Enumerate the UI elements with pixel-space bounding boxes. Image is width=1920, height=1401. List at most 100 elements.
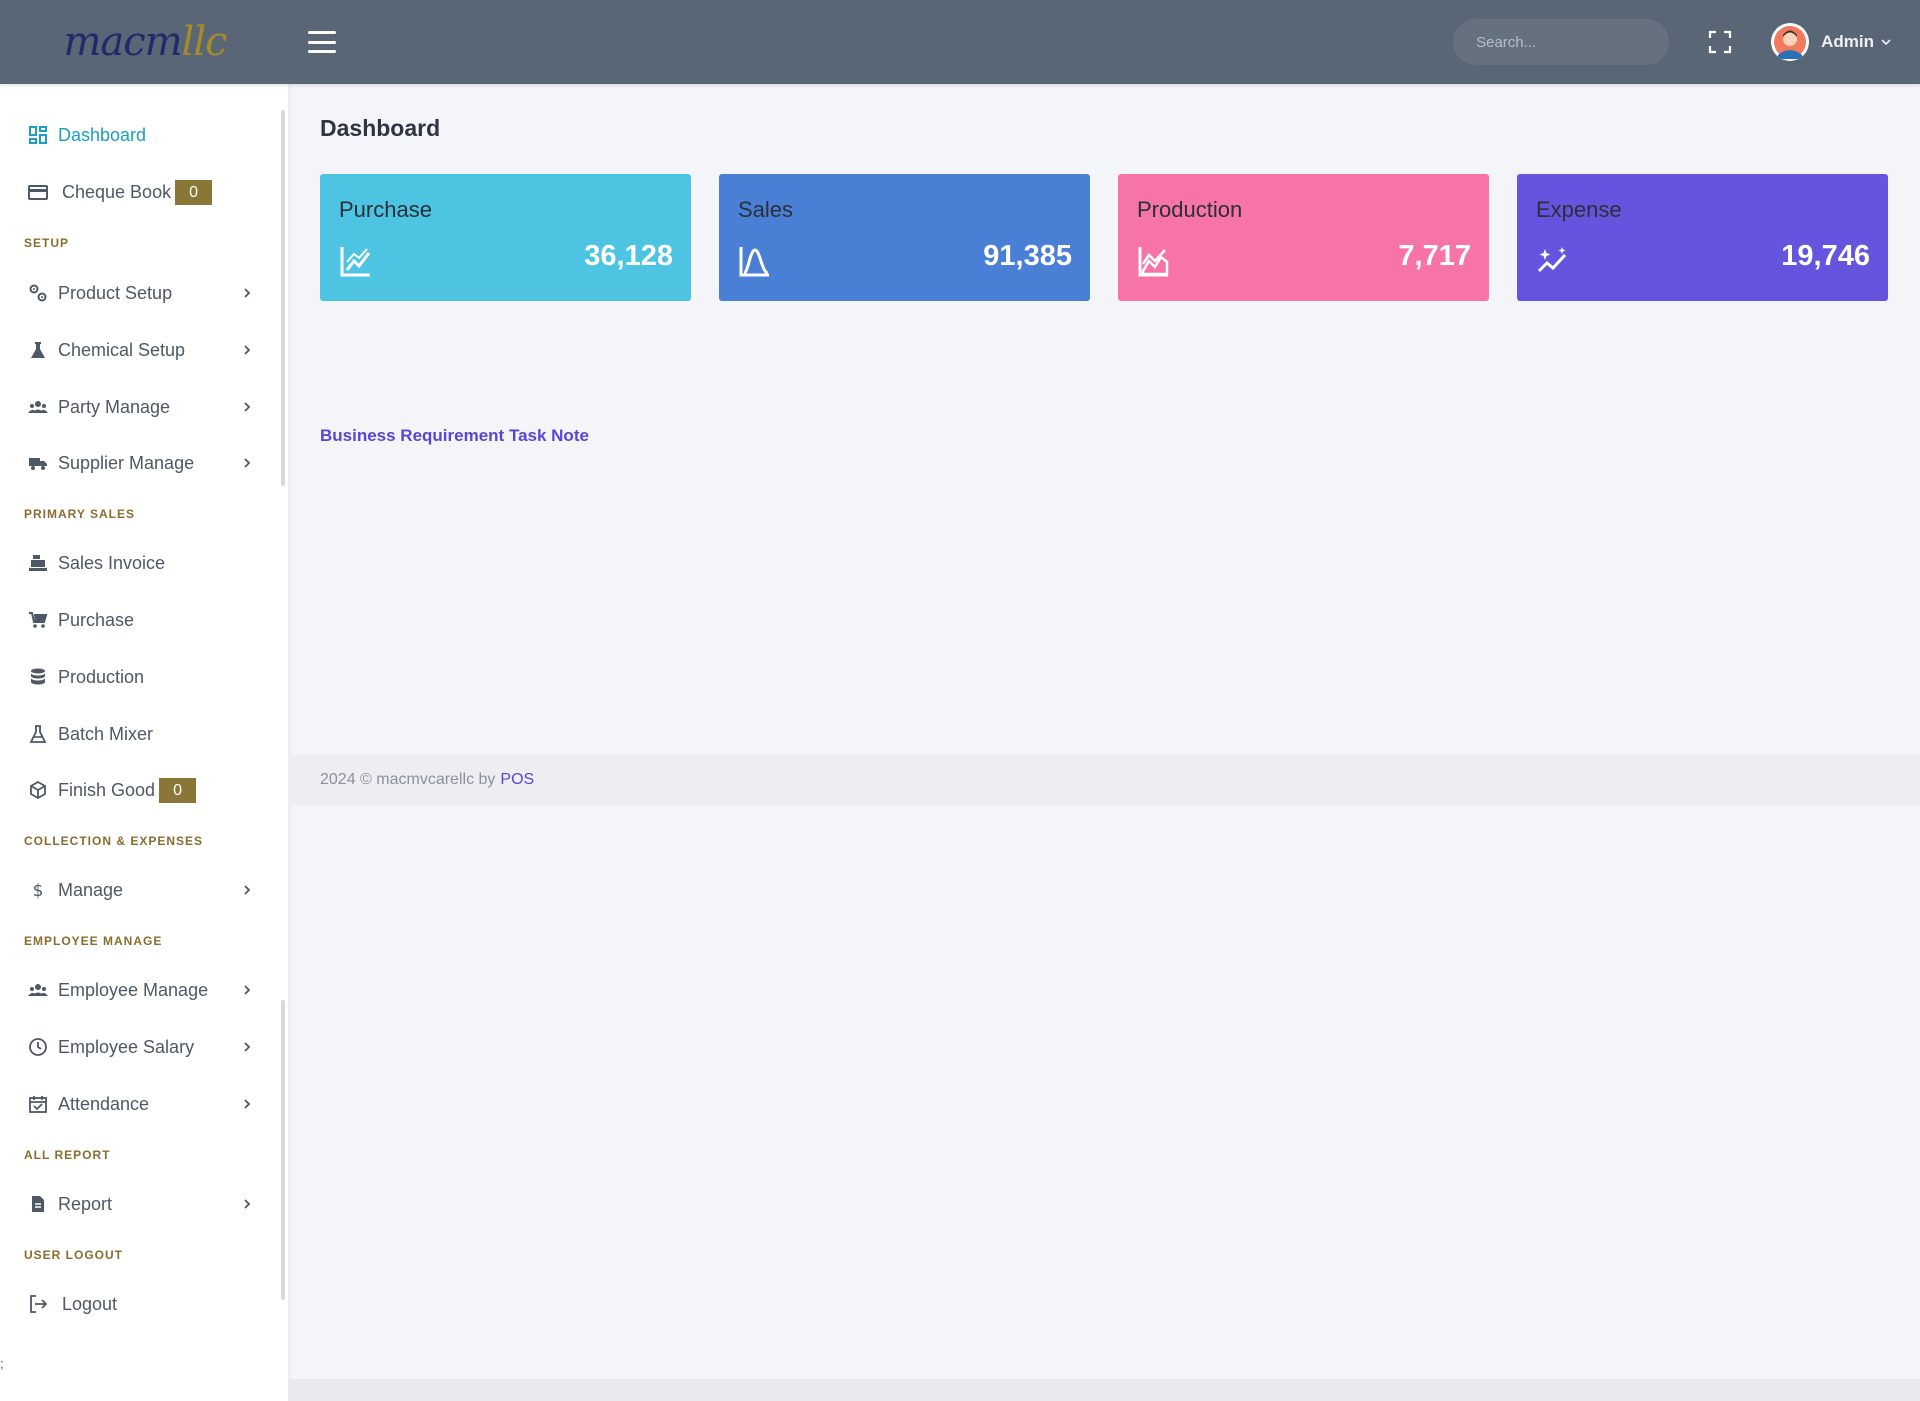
sidebar-item-label: Sales Invoice: [58, 552, 166, 573]
chevron-down-icon: [1881, 39, 1891, 46]
sidebar-item-finish-good[interactable]: Finish Good 0: [0, 770, 270, 810]
sidebar-item-attendance[interactable]: Attendance: [0, 1084, 270, 1124]
box-icon: [30, 780, 46, 800]
bell-curve-icon: [739, 247, 769, 277]
chevron-right-icon: [244, 1199, 251, 1209]
users-icon: [28, 984, 48, 996]
section-all-report: ALL REPORT: [24, 1148, 111, 1162]
avatar-icon: [1774, 26, 1807, 59]
sidebar-item-manage[interactable]: $ Manage: [0, 870, 270, 910]
card-label: Purchase: [339, 197, 432, 222]
search-input[interactable]: [1476, 33, 1676, 51]
scrollbar-thumb[interactable]: [281, 110, 285, 486]
sidebar-item-label: Finish Good: [58, 779, 156, 800]
bottom-strip: [288, 1379, 1920, 1401]
card-label: Sales: [738, 197, 794, 222]
users-icon: [28, 401, 48, 413]
section-primary-sales: PRIMARY SALES: [24, 507, 136, 521]
chevron-right-icon: [244, 1042, 251, 1052]
chevron-right-icon: [244, 288, 251, 298]
sidebar-item-batch-mixer[interactable]: Batch Mixer: [0, 714, 270, 754]
card-value: 19,746: [1781, 240, 1870, 272]
card-value: 36,128: [584, 240, 673, 272]
page-title: Dashboard: [320, 115, 441, 141]
cash-register-icon: [29, 555, 47, 571]
footer: 2024 © macmvcarellc by POS: [288, 755, 1920, 805]
calendar-check-icon: [29, 1096, 47, 1113]
sidebar-item-sales-invoice[interactable]: Sales Invoice: [0, 543, 270, 583]
stat-card-production[interactable]: Production 7,717: [1118, 174, 1489, 301]
sidebar-item-label: Purchase: [58, 609, 135, 630]
chevron-right-icon: [244, 985, 251, 995]
sidebar-item-party-manage[interactable]: Party Manage: [0, 387, 270, 427]
sidebar-item-label: Attendance: [58, 1093, 150, 1114]
search-box: [1453, 19, 1676, 65]
gears-icon: [29, 284, 47, 302]
scrollbar-track[interactable]: [281, 1000, 285, 1300]
fullscreen-icon[interactable]: [1707, 29, 1733, 55]
section-setup: SETUP: [24, 236, 70, 250]
dollar-icon: $: [33, 881, 44, 900]
logo-text-primary: macm: [63, 19, 182, 65]
top-bar: macmllc Admin: [0, 0, 1920, 84]
cart-icon: [29, 612, 48, 628]
sidebar-item-chemical-setup[interactable]: Chemical Setup: [0, 330, 270, 370]
footer-link[interactable]: POS: [500, 771, 534, 789]
sidebar-item-product-setup[interactable]: Product Setup: [0, 273, 270, 313]
sidebar-item-dashboard[interactable]: Dashboard: [0, 115, 270, 155]
stray-character: ;: [0, 1356, 4, 1371]
chart-line-icon: [340, 247, 371, 277]
sidebar-item-cheque-book[interactable]: Cheque Book 0: [0, 172, 270, 212]
file-text-icon: [32, 1196, 44, 1212]
sidebar-item-logout[interactable]: Logout: [0, 1284, 270, 1324]
section-employee-manage: EMPLOYEE MANAGE: [24, 934, 163, 948]
card-label: Production: [1137, 197, 1243, 222]
chevron-right-icon: [244, 345, 251, 355]
sidebar-item-label: Manage: [58, 879, 124, 900]
sidebar-item-label: Employee Salary: [58, 1036, 195, 1057]
business-requirement-note-link[interactable]: Business Requirement Task Note: [320, 426, 589, 446]
stat-card-purchase[interactable]: Purchase 36,128: [320, 174, 691, 301]
sidebar-item-label: Batch Mixer: [58, 723, 154, 744]
sidebar-item-employee-salary[interactable]: Employee Salary: [0, 1027, 270, 1067]
credit-card-icon: [28, 185, 48, 200]
chevron-right-icon: [244, 402, 251, 412]
sparkle-trend-icon: [1537, 247, 1567, 273]
logout-icon: [30, 1295, 48, 1313]
sidebar-item-label: Report: [58, 1193, 113, 1214]
user-menu[interactable]: Admin: [1771, 23, 1892, 61]
count-badge: 0: [159, 777, 196, 803]
section-collection-expenses: COLLECTION & EXPENSES: [24, 834, 204, 848]
sidebar-item-label: Cheque Book: [62, 181, 172, 202]
chevron-right-icon: [244, 1099, 251, 1109]
sidebar-item-label: Chemical Setup: [58, 339, 186, 360]
sidebar-item-label: Employee Manage: [58, 979, 209, 1000]
sidebar-item-purchase[interactable]: Purchase: [0, 600, 270, 640]
svg-text:$: $: [33, 881, 44, 900]
sidebar-item-supplier-manage[interactable]: Supplier Manage: [0, 443, 270, 483]
database-icon: [31, 668, 45, 685]
beaker-icon: [29, 725, 47, 743]
card-value: 91,385: [983, 240, 1072, 272]
sidebar-item-employee-manage[interactable]: Employee Manage: [0, 970, 270, 1010]
area-chart-icon: [1138, 247, 1169, 277]
sidebar-item-label: Dashboard: [58, 124, 147, 145]
logo-text-secondary: llc: [181, 19, 228, 65]
flask-icon: [31, 342, 45, 358]
sidebar-item-label: Logout: [62, 1293, 118, 1314]
sidebar-item-production[interactable]: Production: [0, 657, 270, 697]
chevron-right-icon: [244, 885, 251, 895]
stat-card-sales[interactable]: Sales 91,385: [719, 174, 1090, 301]
section-user-logout: USER LOGOUT: [24, 1248, 124, 1262]
user-name: Admin: [1821, 32, 1874, 51]
stat-card-expense[interactable]: Expense 19,746: [1517, 174, 1888, 301]
logo[interactable]: macm llc: [0, 0, 290, 84]
menu-toggle-icon[interactable]: [308, 31, 336, 53]
card-label: Expense: [1536, 197, 1622, 222]
avatar: [1771, 23, 1810, 61]
card-value: 7,717: [1398, 240, 1471, 272]
sidebar-item-report[interactable]: Report: [0, 1184, 270, 1224]
count-badge: 0: [175, 179, 212, 205]
dashboard-icon: [29, 126, 47, 144]
sidebar-item-label: Party Manage: [58, 396, 171, 417]
